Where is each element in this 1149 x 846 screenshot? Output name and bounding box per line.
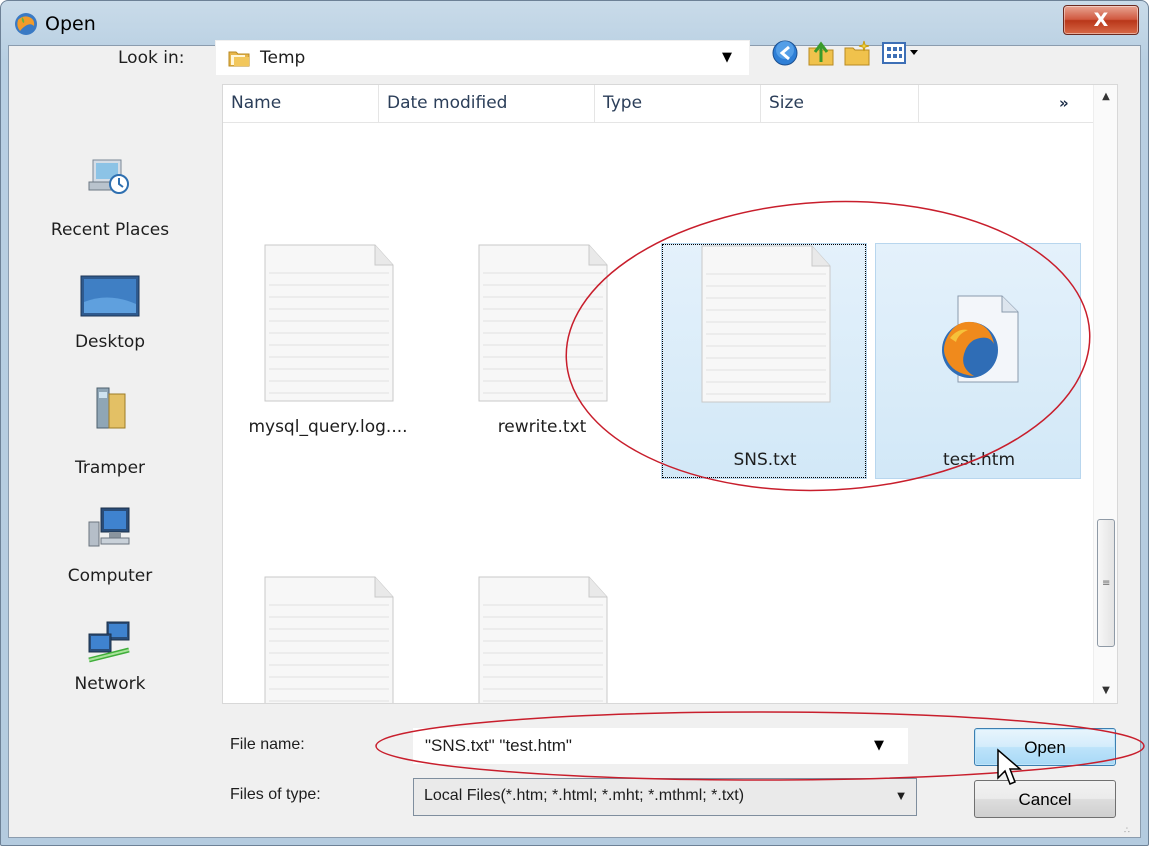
file-item-selected[interactable]: test.htm [875, 243, 1081, 479]
scrollbar-thumb[interactable]: ≡ [1097, 519, 1115, 647]
column-name[interactable]: Name ^ [223, 85, 379, 123]
lookin-combo[interactable]: Temp ▼ [215, 40, 750, 76]
chevron-down-icon[interactable]: ▼ [874, 738, 884, 753]
grip-icon: ≡ [1102, 578, 1110, 589]
file-name: SNS.txt [733, 450, 797, 470]
file-type-select[interactable]: Local Files(*.htm; *.html; *.mht; *.mthm… [413, 778, 917, 816]
column-label: Size [769, 93, 804, 113]
computer-icon [88, 507, 130, 547]
window-title: Open [45, 13, 96, 35]
text-file-icon [264, 244, 394, 402]
places-bar: Recent Places Desktop Tramper Computer N… [7, 80, 213, 720]
text-file-icon [264, 576, 394, 703]
file-name: test.htm [942, 450, 1016, 470]
column-label: Date modified [387, 93, 508, 113]
chevron-down-icon[interactable]: ▼ [722, 50, 732, 65]
column-label: Name [231, 93, 282, 113]
file-name-label: File name: [230, 736, 305, 753]
lookin-value: Temp [260, 48, 306, 68]
firefox-document-icon [942, 295, 1019, 383]
file-type-value: Local Files(*.htm; *.html; *.mht; *.mthm… [424, 787, 745, 804]
user-folder-icon [96, 387, 126, 429]
text-file-icon [478, 576, 608, 703]
resize-grip-icon[interactable]: ∴ [1124, 826, 1130, 836]
app-icon [15, 13, 37, 35]
file-list[interactable]: Name ^ Date modified Type Size » mysql_q… [222, 84, 1118, 704]
text-file-icon [478, 244, 608, 402]
close-button[interactable]: X [1063, 5, 1139, 35]
column-date-modified[interactable]: Date modified [379, 85, 595, 123]
file-item[interactable] [439, 545, 645, 703]
file-name: mysql_query.log.... [248, 417, 408, 437]
place-label: Desktop [74, 332, 146, 352]
file-item[interactable]: rewrite.txt [439, 213, 645, 449]
more-columns-button[interactable]: » [1059, 94, 1069, 112]
place-label: Computer [67, 566, 153, 586]
back-icon[interactable] [770, 38, 800, 68]
column-size[interactable]: Size [761, 85, 919, 123]
vertical-scrollbar[interactable]: ▲ ≡ ▼ [1093, 85, 1117, 703]
column-label: Type [603, 93, 643, 113]
place-tramper[interactable]: Tramper [7, 384, 213, 494]
scroll-up-icon[interactable]: ▲ [1094, 85, 1117, 109]
place-desktop[interactable]: Desktop [7, 272, 213, 382]
network-icon [88, 621, 130, 663]
file-name: rewrite.txt [497, 417, 587, 437]
column-header-row: Name ^ Date modified Type Size » [223, 85, 1093, 123]
file-item[interactable] [225, 545, 431, 703]
place-label: Network [74, 674, 146, 694]
place-recent-places[interactable]: Recent Places [7, 152, 213, 262]
place-label: Tramper [74, 458, 146, 478]
place-computer[interactable]: Computer [7, 502, 213, 612]
up-folder-icon[interactable] [806, 38, 836, 68]
scroll-down-icon[interactable]: ▼ [1094, 679, 1117, 703]
sort-ascending-icon: ^ [269, 84, 278, 92]
mouse-cursor-icon [997, 748, 1022, 785]
column-type[interactable]: Type [595, 85, 761, 123]
new-folder-icon[interactable] [842, 38, 872, 68]
place-label: Recent Places [50, 220, 170, 240]
recent-places-icon [88, 159, 129, 194]
file-type-label: Files of type: [230, 786, 321, 803]
folder-icon [228, 51, 250, 67]
place-network[interactable]: Network [7, 620, 213, 730]
desktop-icon [80, 275, 140, 317]
file-item[interactable]: mysql_query.log.... [225, 213, 431, 449]
text-file-icon [701, 245, 831, 403]
views-menu-icon[interactable] [880, 38, 928, 68]
lookin-label: Look in: [118, 48, 185, 68]
title-bar[interactable]: Open X [1, 1, 1149, 45]
close-icon: X [1093, 9, 1109, 31]
file-name-input[interactable]: "SNS.txt" "test.htm" [412, 727, 909, 765]
file-item-selected[interactable]: SNS.txt [661, 243, 867, 479]
chevron-down-icon[interactable]: ▼ [890, 785, 912, 809]
